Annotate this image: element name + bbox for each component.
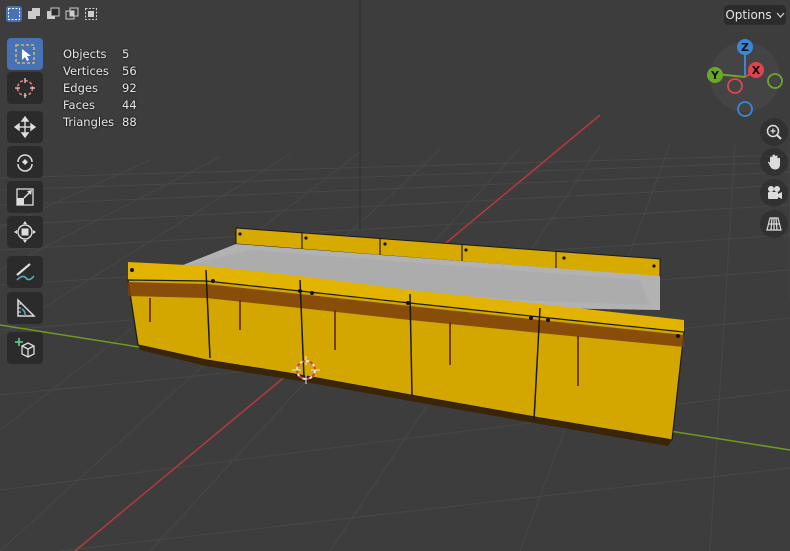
stat-label: Faces [63, 98, 95, 112]
annotate-icon [16, 263, 35, 281]
z-axis-label: Z [741, 41, 749, 54]
select-box-icon [15, 44, 35, 64]
zoom-icon [766, 124, 782, 140]
select-new-mode-icon [8, 8, 20, 20]
transform-tool[interactable] [7, 216, 43, 248]
select-intersect-mode-button[interactable] [83, 6, 99, 22]
stat-row-objects: Objects 5 [63, 46, 137, 63]
stat-label: Edges [63, 81, 98, 95]
stat-row-vertices: Vertices 56 [63, 63, 137, 80]
rotate-tool[interactable] [7, 146, 43, 178]
select-new-mode-button[interactable] [6, 6, 22, 22]
stat-row-triangles: Triangles 88 [63, 114, 137, 131]
select-extend-mode-icon [28, 8, 40, 19]
grid-icon [766, 217, 782, 231]
select-intersect-mode-icon [85, 8, 97, 20]
y-axis-label: Y [710, 69, 720, 82]
options-dropdown[interactable]: Options [724, 5, 786, 25]
options-label: Options [725, 8, 772, 22]
scale-tool[interactable] [7, 181, 43, 213]
chevron-down-icon [776, 12, 785, 18]
measure-icon [17, 298, 36, 317]
stat-value: 88 [122, 115, 137, 129]
stat-row-edges: Edges 92 [63, 80, 137, 97]
stat-value: 5 [122, 47, 130, 61]
select-box-tool[interactable] [7, 38, 43, 70]
camera-icon [768, 186, 782, 199]
perspective-toggle-button[interactable] [760, 210, 788, 238]
x-axis-label: X [752, 64, 761, 77]
stat-label: Vertices [63, 64, 109, 78]
add-cube-icon [15, 338, 35, 358]
zoom-button[interactable] [760, 118, 788, 146]
transform-icon [14, 221, 36, 243]
stat-label: Objects [63, 47, 107, 61]
camera-view-button[interactable] [760, 179, 788, 207]
stat-value: 92 [122, 81, 137, 95]
cursor-icon [15, 78, 35, 98]
move-tool[interactable] [7, 111, 43, 143]
stat-value: 56 [122, 64, 137, 78]
scale-icon [16, 188, 34, 206]
3d-viewport[interactable]: Objects 5 Vertices 56 Edges 92 Faces 44 Tria… [0, 0, 790, 551]
rotate-icon [17, 154, 33, 172]
select-extend-mode-button[interactable] [26, 6, 42, 22]
select-difference-mode-icon [65, 7, 79, 20]
stat-label: Triangles [63, 115, 115, 129]
cursor-tool[interactable] [7, 72, 43, 104]
select-subtract-mode-button[interactable] [45, 6, 61, 22]
move-icon [14, 116, 36, 138]
stat-row-faces: Faces 44 [63, 97, 137, 114]
navigation-gizmo[interactable]: Z X Y [700, 36, 790, 121]
select-subtract-mode-icon [47, 7, 60, 19]
add-cube-tool[interactable] [7, 332, 43, 364]
measure-tool[interactable] [7, 292, 43, 324]
pan-button[interactable] [760, 148, 788, 176]
select-difference-mode-button[interactable] [64, 6, 80, 22]
hand-icon [768, 154, 780, 170]
stat-value: 44 [122, 98, 137, 112]
annotate-tool[interactable] [7, 256, 43, 288]
barrier-object[interactable] [127, 227, 685, 446]
scene-statistics: Objects 5 Vertices 56 Edges 92 Faces 44 Tria… [63, 46, 137, 131]
